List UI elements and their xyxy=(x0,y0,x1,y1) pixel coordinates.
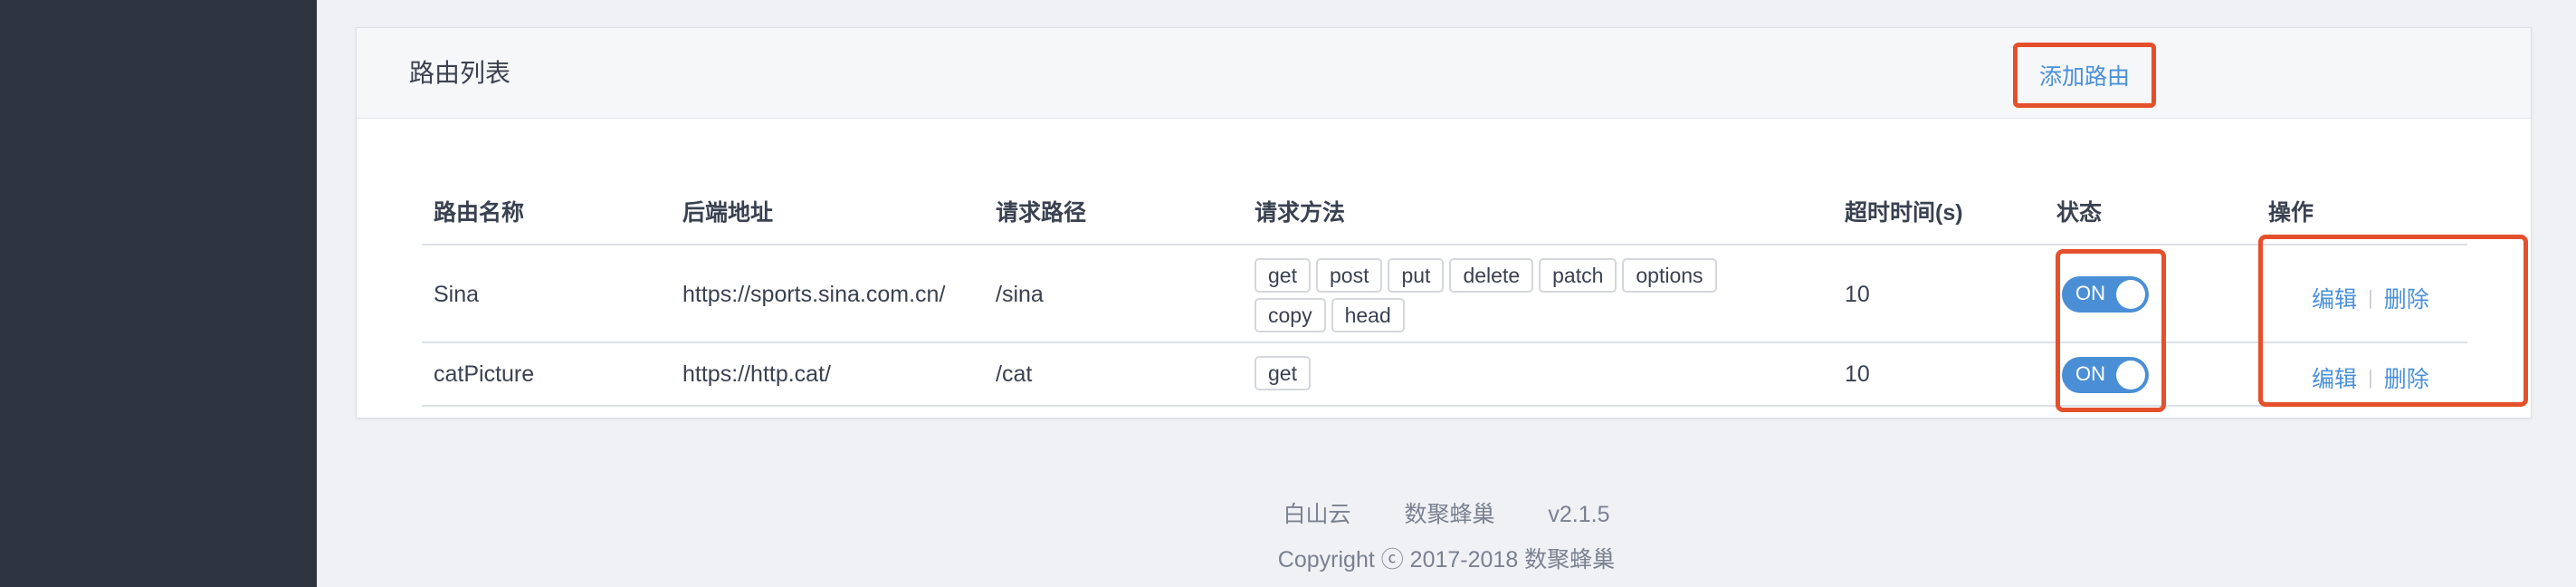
footer-links: 白山云 数聚蜂巢 v2.1.5 xyxy=(317,496,2576,529)
method-tag: copy xyxy=(1255,298,1326,332)
request-path: /cat xyxy=(996,361,1033,387)
card-header: 路由列表 添加路由 xyxy=(357,28,2531,119)
header-actions: 操作 xyxy=(2268,200,2314,226)
header-backend: 后端地址 xyxy=(682,200,774,226)
footer-company: 白山云 xyxy=(1283,502,1351,527)
main-content: 路由列表 添加路由 路由名称 后端地址 请求路径 请求方法 超时时间(s) 状态… xyxy=(317,0,2576,587)
header-path: 请求路径 xyxy=(996,200,1087,226)
header-route-name: 路由名称 xyxy=(434,200,525,226)
add-route-button[interactable]: 添加路由 xyxy=(2013,43,2156,108)
backend-url: https://sports.sina.com.cn/ xyxy=(682,282,946,307)
sidebar xyxy=(0,0,317,587)
page-title: 路由列表 xyxy=(409,59,511,87)
row-actions: 编辑 | 删除 xyxy=(2312,282,2429,314)
delete-link[interactable]: 删除 xyxy=(2384,282,2429,314)
delete-link[interactable]: 删除 xyxy=(2384,361,2429,394)
action-separator: | xyxy=(2368,286,2373,309)
toggle-knob xyxy=(2116,361,2145,390)
method-tag: patch xyxy=(1539,258,1617,293)
method-tag: get xyxy=(1255,356,1311,390)
timeout-value: 10 xyxy=(1845,282,1870,307)
request-path: /sina xyxy=(996,282,1044,307)
header-status: 状态 xyxy=(2056,200,2103,226)
footer-version: v2.1.5 xyxy=(1548,502,1610,527)
action-separator: | xyxy=(2368,366,2373,389)
method-tag: put xyxy=(1388,258,1445,293)
footer-copyright: Copyright ⓒ 2017-2018 数聚蜂巢 xyxy=(1277,547,1616,573)
method-tags: get xyxy=(1255,356,1779,390)
edit-link[interactable]: 编辑 xyxy=(2312,361,2357,394)
timeout-value: 10 xyxy=(1845,361,1870,387)
route-name: catPicture xyxy=(434,361,535,387)
toggle-label: ON xyxy=(2075,282,2105,304)
row-actions: 编辑 | 删除 xyxy=(2312,361,2429,394)
toggle-knob xyxy=(2116,280,2145,309)
table-row: Sina https://sports.sina.com.cn/ /sina g… xyxy=(422,245,2467,343)
footer-product: 数聚蜂巢 xyxy=(1404,502,1495,527)
method-tag: post xyxy=(1315,258,1383,293)
table-row: catPicture https://http.cat/ /cat get 10… xyxy=(422,343,2467,407)
status-toggle[interactable]: ON xyxy=(2062,276,2149,313)
status-toggle[interactable]: ON xyxy=(2062,357,2149,393)
header-methods: 请求方法 xyxy=(1255,200,1346,226)
method-tags: get post put delete patch options copy h… xyxy=(1255,258,1779,332)
toggle-label: ON xyxy=(2075,362,2105,385)
scrollbar[interactable] xyxy=(2554,0,2576,587)
header-timeout: 超时时间(s) xyxy=(1845,200,1963,226)
route-list-card: 路由列表 添加路由 路由名称 后端地址 请求路径 请求方法 超时时间(s) 状态… xyxy=(356,27,2532,419)
method-tag: get xyxy=(1255,258,1311,293)
method-tag: options xyxy=(1622,258,1717,293)
table-header: 路由名称 后端地址 请求路径 请求方法 超时时间(s) 状态 操作 xyxy=(422,159,2467,245)
method-tag: delete xyxy=(1449,258,1534,293)
route-table: 路由名称 后端地址 请求路径 请求方法 超时时间(s) 状态 操作 Sina h… xyxy=(422,159,2467,407)
edit-link[interactable]: 编辑 xyxy=(2312,282,2357,314)
backend-url: https://http.cat/ xyxy=(682,361,831,387)
route-name: Sina xyxy=(434,282,480,307)
method-tag: head xyxy=(1331,298,1405,332)
